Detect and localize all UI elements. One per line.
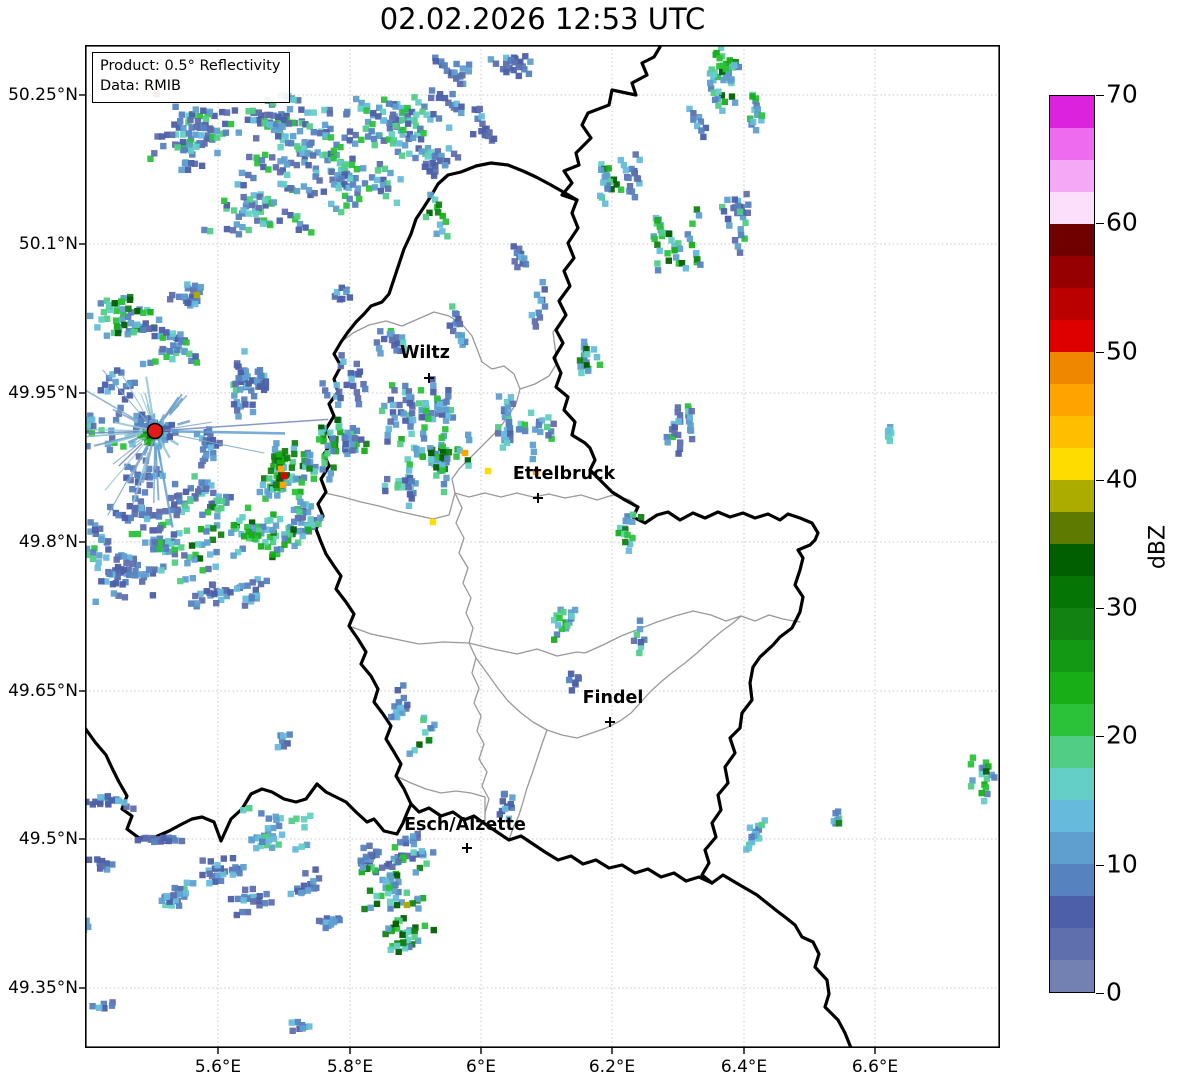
colorbar-tick-mark: [1096, 993, 1104, 994]
colorbar-band: [1050, 480, 1094, 512]
colorbar-tick-label: 70: [1106, 79, 1138, 109]
colorbar-band: [1050, 192, 1094, 224]
colorbar-tick-mark: [1096, 351, 1104, 353]
y-tick-label: 49.65°N: [8, 681, 78, 701]
y-tick-label: 49.95°N: [8, 383, 78, 403]
radar-figure: 02.02.2026 12:53 UTC Wiltz Ettelbruck Find…: [0, 0, 1184, 1081]
city-label: Ettelbruck: [513, 464, 616, 484]
grid-lines: [85, 45, 1000, 1048]
data-source-line: Data: RMIB: [100, 78, 181, 95]
colorbar-tick-label: 10: [1106, 849, 1138, 879]
radar-map-canvas: Wiltz Ettelbruck Findel Esch/Alzette: [79, 45, 1001, 1054]
map-plot-area: Wiltz Ettelbruck Findel Esch/Alzette Produc…: [79, 45, 1001, 1054]
axis-tick-marks: [79, 94, 876, 1054]
colorbar-axis-label: dBZ: [1145, 524, 1171, 570]
city-label: Esch/Alzette: [404, 815, 526, 835]
colorbar-tick-mark: [1096, 608, 1104, 610]
colorbar-band: [1050, 576, 1094, 608]
colorbar-band: [1050, 384, 1094, 416]
y-tick-label: 50.1°N: [18, 234, 78, 254]
y-tick-label: 50.25°N: [8, 85, 78, 105]
colorbar-band: [1050, 608, 1094, 640]
colorbar-tick-mark: [1096, 479, 1104, 481]
colorbar-tick-mark: [1096, 736, 1104, 738]
y-tick-label: 49.8°N: [18, 532, 78, 552]
colorbar-band: [1050, 800, 1094, 832]
radar-site-marker: [146, 422, 164, 440]
colorbar-tick-label: 60: [1106, 207, 1138, 237]
x-tick-label: 6.6°E: [851, 1057, 899, 1077]
dbz-colorbar: [1049, 95, 1095, 993]
colorbar-band: [1050, 512, 1094, 544]
colorbar-band: [1050, 896, 1094, 928]
colorbar-band: [1050, 96, 1094, 128]
colorbar-tick-label: 0: [1106, 977, 1122, 1007]
colorbar-band: [1050, 352, 1094, 384]
x-tick-label: 6.2°E: [588, 1057, 636, 1077]
colorbar-band: [1050, 288, 1094, 320]
city-label: Findel: [583, 688, 644, 708]
product-info-box: Product: 0.5° Reflectivity Data: RMIB: [92, 52, 291, 103]
city-marker: [605, 717, 615, 727]
figure-title: 02.02.2026 12:53 UTC: [379, 2, 706, 36]
x-tick-label: 5.6°E: [194, 1057, 242, 1077]
colorbar-band: [1050, 736, 1094, 768]
city-label: Wiltz: [400, 343, 450, 363]
colorbar-band: [1050, 672, 1094, 704]
colorbar-band: [1050, 768, 1094, 800]
colorbar-tick-label: 50: [1106, 335, 1138, 365]
x-tick-label: 5.8°E: [326, 1057, 374, 1077]
x-tick-label: 6.4°E: [720, 1057, 768, 1077]
city-layer: Wiltz Ettelbruck Findel Esch/Alzette: [400, 343, 643, 853]
colorbar-band: [1050, 160, 1094, 192]
colorbar-tick-mark: [1096, 95, 1104, 96]
echo-layer: [85, 45, 998, 1034]
colorbar-band: [1050, 448, 1094, 480]
colorbar-tick-label: 30: [1106, 592, 1138, 622]
colorbar-band: [1050, 640, 1094, 672]
colorbar-band: [1050, 256, 1094, 288]
colorbar-tick-mark: [1096, 864, 1104, 866]
colorbar-tick-label: 20: [1106, 720, 1138, 750]
y-tick-label: 49.5°N: [18, 829, 78, 849]
colorbar-band: [1050, 544, 1094, 576]
colorbar-band: [1050, 416, 1094, 448]
colorbar-band: [1050, 832, 1094, 864]
colorbar-band: [1050, 960, 1094, 992]
plot-frame: [85, 45, 1001, 1049]
x-tick-label: 6°E: [465, 1057, 497, 1077]
colorbar-band: [1050, 320, 1094, 352]
colorbar-tick-label: 40: [1106, 464, 1138, 494]
product-info-line: Product: 0.5° Reflectivity: [100, 58, 281, 74]
city-marker: [533, 493, 543, 503]
y-tick-label: 49.35°N: [8, 978, 78, 998]
colorbar-band: [1050, 128, 1094, 160]
city-marker: [462, 843, 472, 853]
colorbar-tick-mark: [1096, 223, 1104, 225]
colorbar-band: [1050, 704, 1094, 736]
colorbar-band: [1050, 928, 1094, 960]
colorbar-band: [1050, 224, 1094, 256]
colorbar-band: [1050, 864, 1094, 896]
